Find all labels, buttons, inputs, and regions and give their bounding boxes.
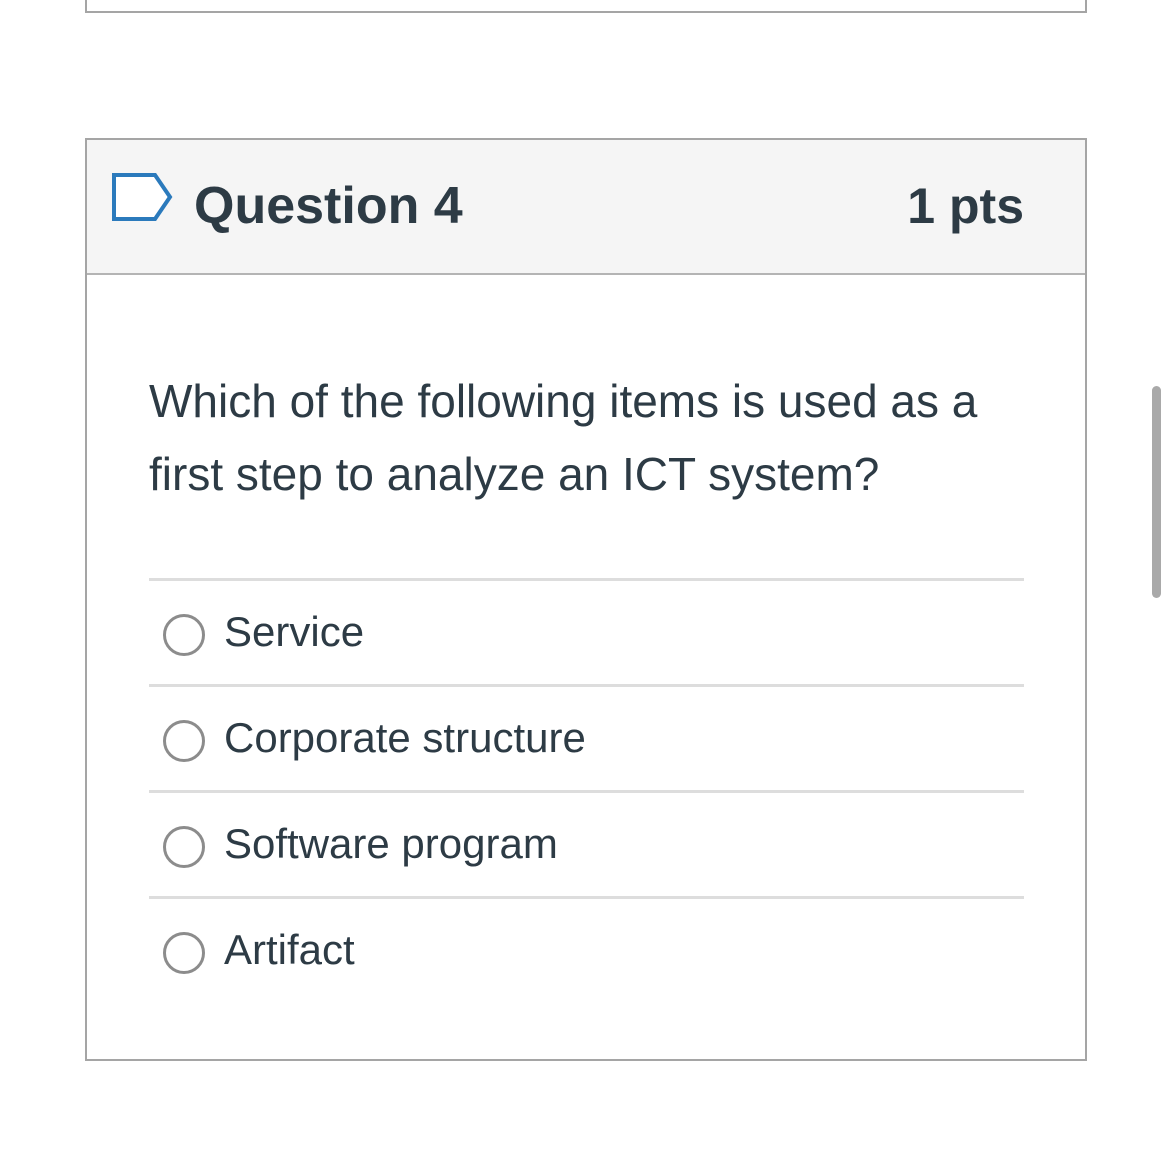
- answer-label: Corporate structure: [224, 714, 586, 761]
- answer-label: Service: [224, 608, 365, 655]
- answer-label: Artifact: [224, 926, 355, 973]
- radio-button[interactable]: [163, 614, 205, 656]
- previous-question-card: [85, 0, 1087, 13]
- quiz-page: Question 4 1 pts Which of the following …: [0, 0, 1170, 1170]
- question-title: Question 4: [194, 177, 463, 235]
- answer-option[interactable]: Software program: [149, 790, 1024, 896]
- answer-option[interactable]: Corporate structure: [149, 684, 1024, 790]
- answer-option[interactable]: Artifact: [149, 896, 1024, 1002]
- question-card: Question 4 1 pts Which of the following …: [85, 138, 1087, 1061]
- radio-button[interactable]: [163, 826, 205, 868]
- question-text: Which of the following items is used as …: [149, 375, 978, 500]
- answer-label: Software program: [224, 820, 558, 867]
- scrollbar-thumb[interactable]: [1152, 386, 1161, 598]
- answer-option[interactable]: Service: [149, 578, 1024, 684]
- question-points: 1 pts: [907, 178, 1024, 234]
- answer-list: Service Corporate structure Software pro…: [149, 578, 1024, 1002]
- radio-button[interactable]: [163, 720, 205, 762]
- question-header: Question 4 1 pts: [87, 140, 1085, 275]
- flag-bookmark-icon[interactable]: [111, 172, 175, 222]
- radio-button[interactable]: [163, 932, 205, 974]
